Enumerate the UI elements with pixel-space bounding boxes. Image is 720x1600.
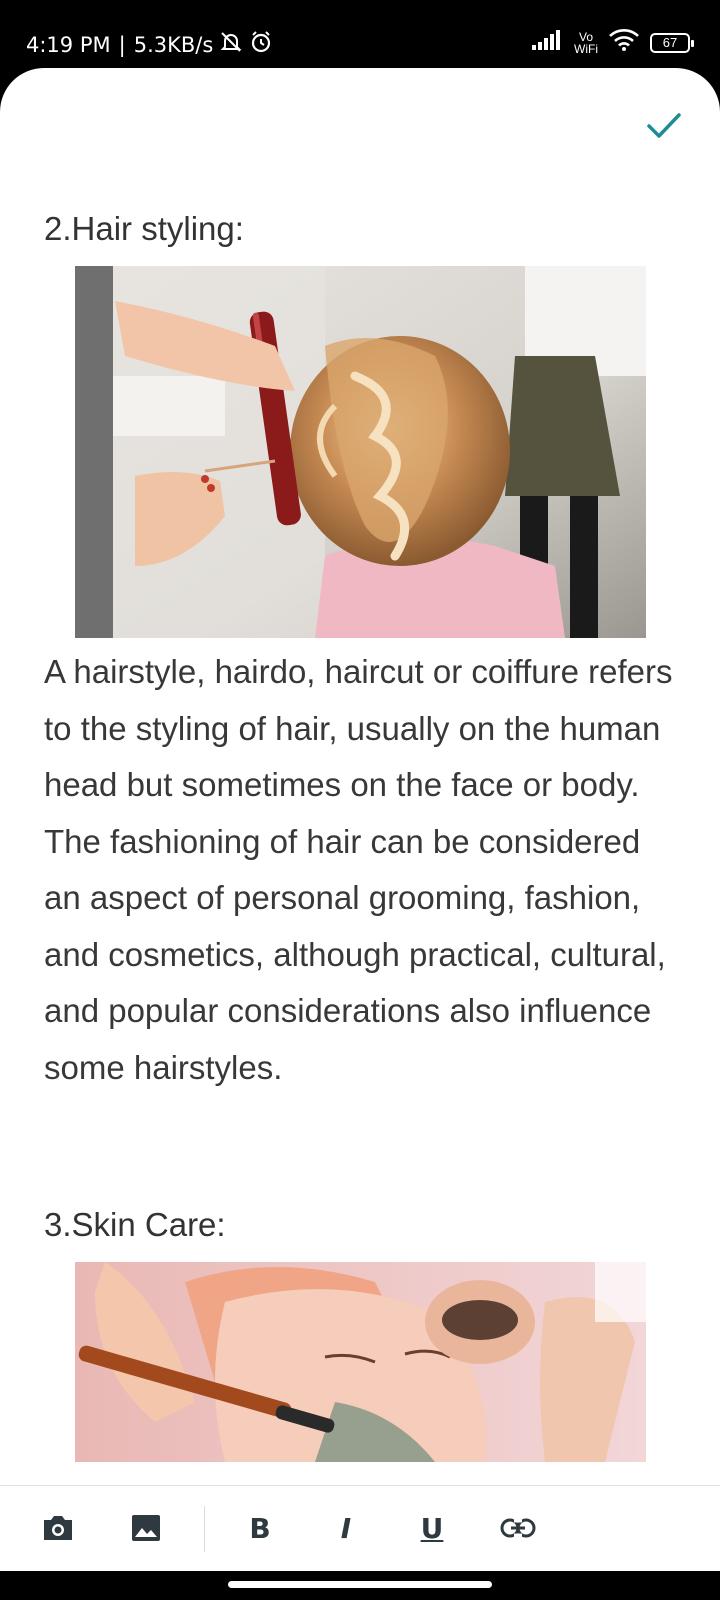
link-button[interactable] <box>496 1506 540 1550</box>
italic-button[interactable]: I <box>324 1506 368 1550</box>
battery-icon: 67 <box>650 32 694 53</box>
status-separator: | <box>118 32 126 57</box>
vowifi-indicator: Vo WiFi <box>574 31 598 55</box>
hair-styling-image[interactable] <box>75 266 646 638</box>
toolbar-divider <box>204 1506 205 1552</box>
wifi-icon <box>608 28 640 57</box>
navigation-bar <box>0 1571 720 1600</box>
vowifi-top: Vo <box>578 29 593 44</box>
status-time: 4:19 PM <box>26 32 111 57</box>
status-left: 4:19 PM | 5.3KB/s <box>26 30 273 59</box>
battery-level: 67 <box>662 35 678 50</box>
section-title-hair-styling: 2.Hair styling: <box>44 210 244 247</box>
section-title-skin-care: 3.Skin Care: <box>44 1206 226 1243</box>
camera-button[interactable] <box>36 1506 80 1550</box>
skin-care-image[interactable] <box>75 1262 646 1462</box>
camera-icon <box>44 1516 72 1540</box>
save-check-button[interactable] <box>644 106 684 146</box>
check-icon <box>647 113 681 138</box>
status-bar: 4:19 PM | 5.3KB/s Vo WiFi 67 <box>0 0 720 70</box>
italic-label: I <box>340 1511 352 1545</box>
formatting-toolbar: B I U <box>0 1485 720 1571</box>
link-icon <box>500 1518 536 1538</box>
hair-styling-paragraph: A hairstyle, hairdo, haircut or coiffure… <box>44 653 673 1086</box>
underline-label: U <box>420 1511 444 1545</box>
insert-image-button[interactable] <box>124 1506 168 1550</box>
vowifi-bottom: WiFi <box>574 41 598 56</box>
network-speed: 5.3KB/s <box>133 32 214 57</box>
editor-sheet: 2.Hair styling: A hairstyle, hairdo, hai… <box>0 68 720 1485</box>
alarm-icon <box>249 30 273 59</box>
status-right: Vo WiFi 67 <box>532 28 694 57</box>
notifications-off-icon <box>219 31 243 58</box>
underline-button[interactable]: U <box>410 1506 454 1550</box>
image-icon <box>132 1515 160 1541</box>
signal-icon <box>532 29 564 56</box>
bold-button[interactable]: B <box>238 1506 282 1550</box>
bold-label: B <box>249 1511 271 1545</box>
home-gesture-bar[interactable] <box>228 1581 492 1588</box>
